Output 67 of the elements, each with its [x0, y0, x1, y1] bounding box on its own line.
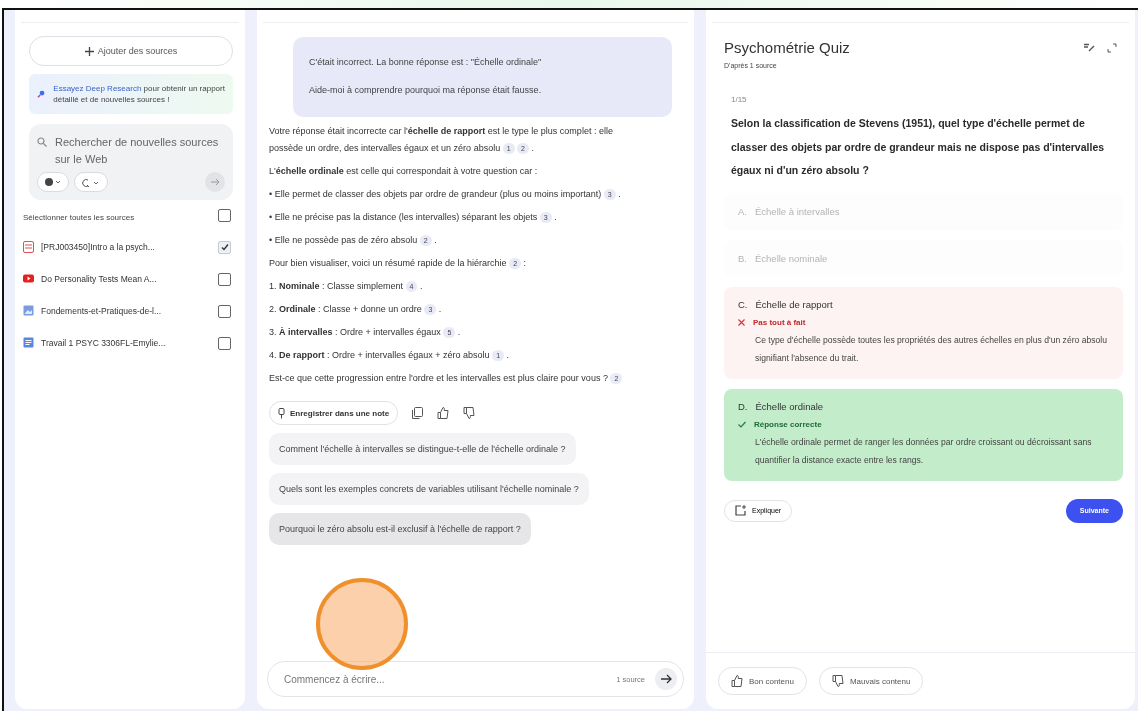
check-icon — [738, 420, 746, 428]
option-letter: D. — [738, 400, 748, 412]
checkbox[interactable] — [218, 336, 231, 350]
copy-icon — [412, 407, 424, 419]
search-icon — [37, 137, 47, 147]
thumbs-down-icon — [831, 675, 844, 687]
answer-option[interactable]: D. Échelle ordinale Réponse correcte L'échelle ordinale permet de ranger les données par ordre croissant ou décroissant sans quantifier la distance exacte entre les rangs. — [724, 388, 1123, 481]
option-explanation: L'échelle ordinale permet de ranger les données par ordre croissant ou décroissant sans quantifier la distance exacte entre les rangs. — [755, 435, 1093, 467]
send-button[interactable] — [655, 668, 677, 690]
quiz-title: Psychométrie Quiz — [724, 39, 851, 56]
image-icon — [23, 305, 34, 317]
checkbox[interactable] — [218, 304, 231, 318]
arrow-right-icon — [660, 674, 672, 684]
source-item[interactable]: Travail 1 PSYC 3306FL-Emylie... — [23, 327, 231, 359]
suggestion-chip[interactable]: Comment l'échelle à intervalles se distingue-t-elle de l'échelle ordinale ? — [269, 433, 576, 465]
document-icon — [23, 337, 34, 349]
thumbs-up-icon — [731, 675, 743, 687]
search-field[interactable]: Rechercher de nouvelles sources sur le Web — [55, 134, 225, 170]
source-item[interactable]: Do Personality Tests Mean A... — [23, 263, 231, 295]
web-search-box[interactable]: Rechercher de nouvelles sources sur le Web — [29, 124, 233, 200]
source-title: [PRJ003450]Intro a la psych... — [41, 242, 156, 252]
option-letter: C. — [738, 298, 748, 310]
feedback-button[interactable]: Bon contenu — [718, 667, 807, 695]
edit-icon — [1084, 42, 1095, 52]
save-note-button[interactable]: Enregistrer dans une note — [269, 401, 399, 425]
option-text: Échelle ordinale — [755, 400, 824, 412]
research-mode-dropdown[interactable] — [74, 172, 108, 192]
arrow-right-icon — [210, 178, 220, 186]
option-text: Échelle nominale — [755, 252, 828, 264]
thumbs-up-icon — [437, 407, 450, 419]
message-text: C'était incorrect. La bonne réponse est : "Échelle ordinale" — [309, 57, 543, 67]
pdf-icon — [23, 241, 34, 253]
expand-icon — [1107, 42, 1117, 53]
source-title: Fondements-et-Pratiques-de-l... — [41, 306, 162, 316]
option-text: Échelle de rapport — [755, 298, 833, 310]
web-dropdown[interactable] — [37, 172, 69, 192]
answer-option[interactable]: C. Échelle de rapport Pas tout à fait Ce type d'échelle possède toutes les propriétés des autres échelles en plus d'un zéro absolu signifiant l'absence du trait. — [724, 286, 1123, 379]
option-letter: B. — [738, 252, 747, 264]
option-letter: A. — [738, 205, 747, 217]
play-icon — [23, 273, 34, 285]
message-input[interactable]: Commencez à écrire... — [282, 672, 607, 686]
answer-paragraph: L'échelle ordinale est celle qui correspondait à votre question car : — [269, 165, 539, 178]
checkbox[interactable] — [218, 209, 231, 222]
verdict-text: Réponse correcte — [754, 419, 822, 429]
option-text: Échelle à intervalles — [755, 205, 840, 217]
source-item[interactable]: Fondements-et-Pratiques-de-l... — [23, 295, 231, 327]
option-explanation: Ce type d'échelle possède toutes les propriétés des autres échelles en plus d'un zéro absolu signifiant l'absence du trait. — [755, 333, 1109, 365]
cross-icon — [738, 318, 745, 326]
check-icon — [219, 242, 230, 252]
plus-icon — [84, 46, 94, 56]
thumbs-down-icon — [463, 407, 476, 419]
suggestion-chip[interactable]: Quels sont les exemples concrets de variables utilisant l'échelle nominale ? — [269, 473, 589, 505]
verdict-text: Pas tout à fait — [753, 317, 806, 327]
feedback-button[interactable]: Mauvais contenu — [818, 667, 924, 695]
add-sources-button[interactable]: Ajouter des sources — [29, 36, 233, 66]
source-title: Do Personality Tests Mean A... — [41, 274, 158, 284]
suggestion-chip[interactable]: Pourquoi le zéro absolu est-il exclusif à l'échelle de rapport ? — [269, 513, 531, 545]
source-title: Travail 1 PSYC 3306FL-Emylie... — [41, 338, 167, 348]
deep-research-link[interactable]: Essayez Deep Research — [53, 84, 142, 93]
select-all-label: Sélectionner toutes les sources — [23, 213, 136, 222]
question-text: Selon la classification de Stevens (1951), quel type d'échelle permet de classer des objets par ordre de grandeur mais ne dispose pas d'intervalles égaux ni d'un zéro absolu ? — [731, 116, 1106, 178]
source-item[interactable]: [PRJ003450]Intro a la psych... — [23, 231, 231, 263]
message-text: Aide-moi à comprendre pourquoi ma réponse était fausse. — [309, 85, 543, 95]
promo-text: Essayez Deep Research pour obtenir un rapport détaillé et de nouvelles sources ! — [53, 83, 225, 105]
checkbox[interactable] — [218, 272, 231, 286]
pin-icon — [278, 407, 285, 419]
question-counter: 1/15 — [731, 95, 748, 104]
